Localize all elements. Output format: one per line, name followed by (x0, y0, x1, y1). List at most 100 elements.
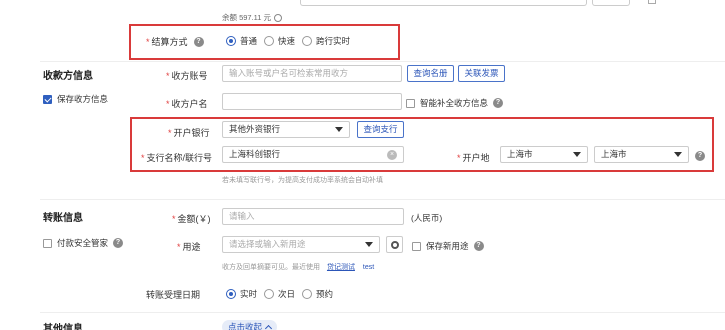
balance-row: 余额 597.11 元 (222, 12, 283, 23)
dropdown-caret-icon (335, 127, 343, 132)
radio-icon (302, 289, 313, 299)
settlement-option-normal[interactable]: 普通 (226, 35, 257, 47)
help-icon[interactable]: ? (473, 241, 484, 251)
eye-icon[interactable] (274, 13, 283, 22)
radio-selected-icon (226, 36, 236, 46)
top-partial-input (300, 0, 587, 6)
smart-fill-checkbox[interactable]: 智能补全收方信息 ? (406, 97, 504, 109)
query-branch-button[interactable]: 查询支行 (357, 121, 404, 138)
payee-account-label-text: 收方账号 (171, 71, 208, 81)
purpose-label: * 用途 (177, 242, 201, 252)
top-partial-box (592, 0, 630, 6)
divider (40, 61, 725, 62)
bank-select-value: 其他外资银行 (229, 124, 281, 134)
purpose-placeholder: 请选择或输入新用途 (229, 239, 306, 249)
divider (40, 199, 725, 200)
checkbox-icon (43, 94, 52, 104)
settlement-option-realtime-label: 跨行实时 (316, 36, 351, 46)
city-select[interactable]: 上海市 (594, 146, 689, 163)
settlement-option-fast[interactable]: 快速 (264, 35, 295, 47)
date-option-scheduled-label: 预约 (316, 289, 334, 299)
chevron-up-icon (264, 324, 273, 330)
bank-label: * 开户银行 (168, 128, 210, 138)
city-select-value: 上海市 (601, 149, 627, 159)
settings-icon (390, 240, 399, 249)
settlement-options: 普通 快速 跨行实时 (226, 35, 357, 47)
province-select-value: 上海市 (507, 149, 533, 159)
amount-input[interactable]: 请输入 (222, 208, 404, 225)
amount-unit: (人民币) (411, 213, 443, 223)
payee-name-input[interactable] (222, 93, 402, 110)
location-label: * 开户地 (457, 153, 490, 163)
branch-label-text: 支行名称/联行号 (146, 153, 213, 163)
query-name-button[interactable]: 查询名册 (407, 65, 454, 82)
checkbox-icon (43, 238, 52, 248)
linked-invoice-button[interactable]: 关联发票 (458, 65, 505, 82)
security-manager-label: 付款安全管家 (57, 238, 109, 248)
save-payee-label: 保存收方信息 (57, 94, 109, 104)
settlement-label-text: 结算方式 (151, 37, 188, 47)
other-section-title: 其他信息 (43, 324, 83, 330)
save-payee-checkbox[interactable]: 保存收方信息 (43, 93, 108, 105)
amount-label-text: 金额(￥) (177, 214, 211, 224)
dropdown-caret-icon (674, 152, 682, 157)
purpose-select[interactable]: 请选择或输入新用途 (222, 236, 380, 253)
smart-fill-label: 智能补全收方信息 (420, 98, 489, 108)
bank-select[interactable]: 其他外资银行 (222, 121, 350, 138)
help-icon[interactable]: ? (695, 151, 705, 161)
date-option-scheduled[interactable]: 预约 (302, 288, 333, 300)
purpose-hint: 收方及回单摘要可见。最近使用 (222, 264, 320, 271)
date-option-realtime[interactable]: 实时 (226, 288, 257, 300)
payee-account-label: * 收方账号 (166, 71, 208, 81)
settlement-option-normal-label: 普通 (240, 36, 258, 46)
settlement-option-realtime[interactable]: 跨行实时 (302, 35, 350, 47)
radio-icon (264, 289, 275, 299)
help-icon[interactable]: ? (193, 36, 204, 47)
checkbox-icon (412, 241, 421, 251)
branch-input[interactable]: 上海科创银行 × (222, 146, 404, 163)
transfer-section-title: 转账信息 (43, 213, 83, 224)
divider (40, 312, 725, 313)
dropdown-caret-icon (365, 242, 373, 247)
save-purpose-checkbox[interactable]: 保存新用途 ? (412, 240, 484, 252)
branch-input-value: 上海科创银行 (229, 149, 281, 159)
help-icon[interactable]: ? (113, 238, 124, 248)
settlement-option-fast-label: 快速 (278, 36, 296, 46)
bank-highlight-box (130, 117, 714, 172)
date-option-nextday[interactable]: 次日 (264, 288, 295, 300)
amount-label: * 金额(￥) (172, 214, 211, 224)
payee-name-label: * 收方户名 (166, 99, 208, 109)
radio-icon (302, 36, 313, 46)
purpose-settings-button[interactable] (386, 236, 403, 253)
help-icon[interactable]: ? (493, 98, 504, 108)
branch-label: * 支行名称/联行号 (141, 153, 213, 163)
checkbox-icon (406, 98, 415, 108)
collapse-label: 点击收起 (228, 322, 263, 330)
recent-purpose-link[interactable]: test (363, 264, 374, 271)
date-option-realtime-label: 实时 (240, 289, 258, 299)
payee-account-placeholder: 输入账号或户名可检索常用收方 (229, 68, 349, 78)
payee-name-label-text: 收方户名 (171, 99, 208, 109)
branch-hint: 若未填写联行号，为提高支付成功率系统会自动补填 (222, 177, 383, 184)
dropdown-caret-icon (573, 152, 581, 157)
radio-icon (264, 36, 275, 46)
collapse-button[interactable]: 点击收起 (222, 320, 278, 330)
payee-section-title: 收款方信息 (43, 71, 93, 82)
location-label-text: 开户地 (462, 153, 490, 163)
top-partial-mark (648, 0, 656, 4)
amount-placeholder: 请输入 (229, 211, 255, 221)
date-options: 实时 次日 预约 (226, 288, 340, 300)
payee-account-input[interactable]: 输入账号或户名可检索常用收方 (222, 65, 402, 82)
security-manager-checkbox[interactable]: 付款安全管家 ? (43, 237, 124, 249)
recent-purpose-link[interactable]: 贷记测试 (327, 264, 355, 271)
purpose-hint-row: 收方及回单摘要可见。最近使用 贷记测试 test (222, 262, 374, 272)
balance-text: 余额 597.11 元 (222, 13, 272, 22)
settlement-label: * 结算方式 ? (146, 35, 204, 48)
date-label: 转账受理日期 (146, 290, 201, 300)
bank-label-text: 开户银行 (173, 128, 210, 138)
clear-icon[interactable]: × (387, 149, 397, 160)
date-option-nextday-label: 次日 (278, 289, 296, 299)
radio-selected-icon (226, 289, 236, 299)
purpose-label-text: 用途 (182, 242, 201, 252)
province-select[interactable]: 上海市 (500, 146, 588, 163)
